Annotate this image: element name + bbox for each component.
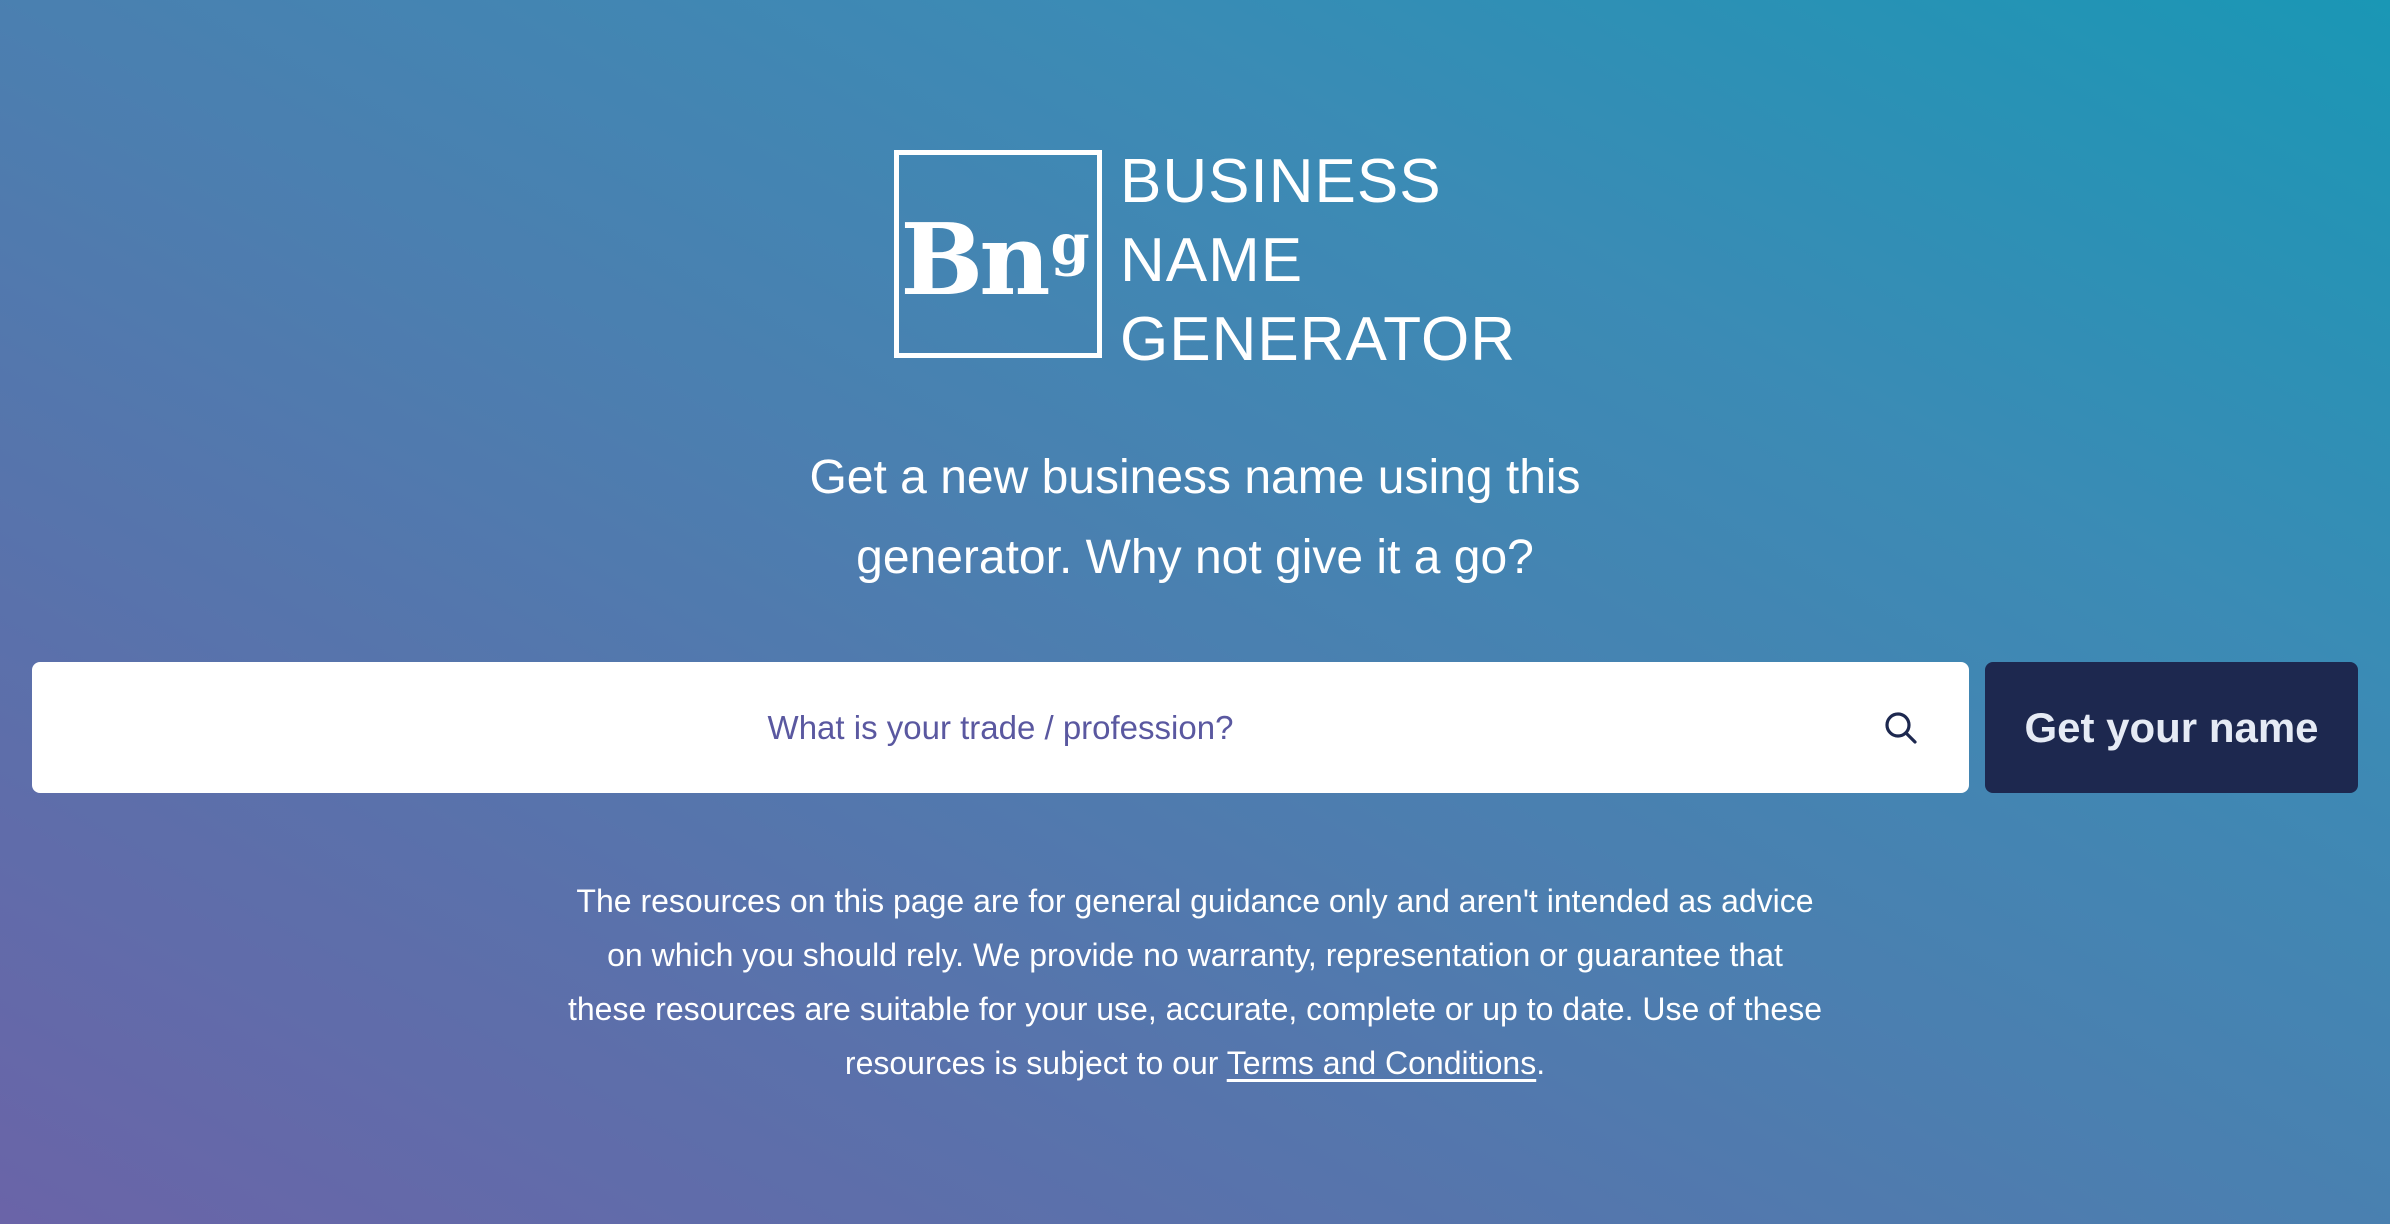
logo-mark-main: Bn: [900, 203, 1050, 318]
logo-mark-sup: g: [1050, 212, 1090, 278]
disclaimer-line-2: on which you should rely. We provide no …: [607, 937, 1783, 973]
logo: Bng BUSINESS NAME GENERATOR: [894, 147, 1516, 374]
disclaimer-last-prefix: resources is subject to our: [844, 1045, 1227, 1081]
logo-mark: Bng: [900, 212, 1089, 310]
disclaimer-line-3: these resources are suitable for your us…: [567, 991, 1822, 1027]
disclaimer-line-1: The resources on this page are for gener…: [576, 883, 1814, 919]
get-your-name-button[interactable]: Get your name: [1985, 662, 2358, 793]
tagline: Get a new business name using this gener…: [0, 438, 2390, 598]
logo-text-line-1: BUSINESS: [1120, 147, 1442, 216]
logo-wordmark: BUSINESS NAME GENERATOR: [1120, 142, 1516, 379]
search-icon[interactable]: [1881, 708, 1921, 748]
tagline-line-1: Get a new business name using this: [809, 451, 1581, 504]
search-field[interactable]: [32, 662, 1969, 793]
terms-and-conditions-link[interactable]: Terms and Conditions: [1227, 1045, 1536, 1081]
disclaimer-line-4: resources is subject to our Terms and Co…: [520, 1036, 1870, 1090]
logo-text-line-3: GENERATOR: [1120, 305, 1516, 374]
tagline-line-2: generator. Why not give it a go?: [856, 531, 1534, 584]
disclaimer-last-suffix: .: [1536, 1045, 1546, 1081]
logo-text-line-2: NAME: [1120, 226, 1304, 295]
trade-input[interactable]: [32, 708, 1969, 747]
logo-box: Bng: [894, 150, 1102, 358]
disclaimer: The resources on this page are for gener…: [520, 874, 1870, 1090]
